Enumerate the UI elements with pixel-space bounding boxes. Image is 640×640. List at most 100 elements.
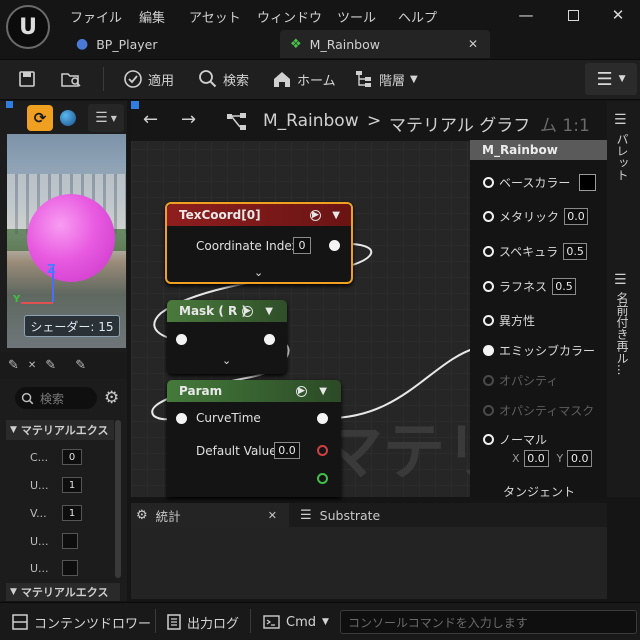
close-tab-icon[interactable]: ✕ [268, 509, 277, 522]
content-drawer-button[interactable]: コンテンツドロワー [12, 611, 151, 633]
pencil-icon[interactable]: ✎ [75, 358, 86, 373]
palette-icon[interactable]: ☰ [614, 112, 627, 128]
tab-m-rainbow[interactable]: ❖ M_Rainbow ✕ [280, 30, 490, 58]
detail-checkbox[interactable] [62, 560, 78, 576]
palette-tab[interactable]: パレット [614, 133, 631, 181]
console-command-input[interactable]: コンソールコマンドを入力します [340, 610, 637, 634]
output-pin[interactable] [329, 240, 340, 251]
y-label: Y [556, 452, 564, 465]
specular-value[interactable]: 0.5 [563, 243, 588, 260]
input-pin[interactable] [483, 281, 494, 292]
node-texcoord[interactable]: TexCoord[0] ▶ ▼ Coordinate Index 0 ⌄ [165, 202, 353, 284]
pin-label: 異方性 [499, 314, 536, 328]
reroute-icon[interactable]: ☰ [614, 272, 627, 288]
named-reroute-tab[interactable]: 名前付き再ル... [614, 292, 631, 375]
settings-menu-button[interactable]: ☰ ▼ [585, 63, 637, 95]
menu-edit[interactable]: 編集 [139, 7, 165, 26]
output-pin[interactable] [264, 334, 275, 345]
graph-icon [227, 113, 246, 130]
pin-specular[interactable]: スペキュラ 0.5 [483, 243, 588, 260]
coordinate-index-value[interactable]: 0 [293, 237, 311, 254]
minimize-icon[interactable]: — [516, 5, 536, 25]
tab-bp-player[interactable]: ● BP_Player [66, 30, 280, 58]
menu-asset[interactable]: アセット [189, 7, 241, 26]
collapse-chevron-icon[interactable]: ▼ [332, 210, 340, 221]
menu-file[interactable]: ファイル [70, 7, 122, 26]
node-header: Mask ( R ) ▶ ▼ [167, 300, 287, 322]
viewport-options-button[interactable]: ⟳ [27, 105, 53, 131]
input-pin-connected[interactable] [483, 345, 494, 356]
input-pin[interactable] [483, 211, 494, 222]
preview-toggle-icon[interactable]: ▶ [310, 209, 321, 221]
apply-button[interactable]: 適用 [123, 68, 174, 90]
cmd-dropdown[interactable]: Cmd ▼ [263, 611, 329, 633]
pin-normal[interactable]: ノーマル [483, 431, 547, 448]
preview-toggle-icon[interactable]: ▶ [296, 385, 307, 397]
forward-arrow-icon[interactable]: → [181, 109, 196, 130]
save-icon[interactable] [18, 68, 36, 90]
pin-emissive[interactable]: エミッシブカラー [483, 342, 595, 359]
expand-chevron-icon[interactable]: ⌄ [222, 354, 231, 367]
input-pin[interactable] [176, 413, 187, 424]
menu-tools[interactable]: ツール [337, 7, 376, 26]
preview-toggle-icon[interactable]: ▶ [242, 305, 253, 317]
normal-x-value[interactable]: 0.0 [523, 450, 549, 467]
search-button[interactable]: 検索 [198, 68, 249, 90]
menu-help[interactable]: ヘルプ [398, 7, 437, 26]
node-mask[interactable]: Mask ( R ) ▶ ▼ ⌄ [167, 300, 287, 374]
tab-substrate[interactable]: ☰ Substrate [298, 503, 448, 527]
input-pin[interactable] [483, 315, 494, 326]
pencil-icon[interactable]: ✎ [45, 358, 56, 373]
detail-row-value[interactable]: 1 [62, 477, 82, 493]
preview-menu-button[interactable]: ☰ ▼ [88, 104, 124, 132]
output-pin-green[interactable] [317, 473, 328, 484]
details-scrollbar[interactable] [115, 420, 121, 578]
back-arrow-icon[interactable]: ← [143, 109, 158, 130]
breadcrumb-graph[interactable]: マテリアル グラフ [389, 111, 530, 136]
expand-chevron-icon[interactable]: ⌄ [254, 266, 263, 279]
close-tab-icon[interactable]: ✕ [468, 37, 478, 51]
default-value-input[interactable]: 0.0 [274, 442, 300, 459]
maximize-icon[interactable] [563, 5, 583, 25]
browse-asset-icon[interactable] [60, 68, 82, 90]
details-section-header[interactable]: ▼ マテリアルエクス [6, 420, 114, 440]
output-pin-red[interactable] [317, 445, 328, 456]
collapse-chevron-icon[interactable]: ▼ [265, 306, 273, 317]
detail-row-value[interactable]: 0 [62, 449, 82, 465]
menu-window[interactable]: ウィンドウ [257, 7, 322, 26]
input-pin[interactable] [483, 246, 494, 257]
node-material-result[interactable]: M_Rainbow ベースカラー メタリック 0.0 スペキュラ 0.5 ラフネ… [470, 140, 607, 499]
pencil-icon[interactable]: ✎ [8, 358, 19, 373]
close-window-icon[interactable]: ✕ [608, 5, 628, 25]
output-pin[interactable] [317, 413, 328, 424]
section-title: マテリアルエクス [20, 424, 109, 437]
output-log-button[interactable]: 出力ログ [167, 611, 239, 633]
base-color-swatch[interactable] [579, 174, 597, 191]
node-param[interactable]: Param ▶ ▼ CurveTime Default Value 0.0 [167, 380, 341, 497]
home-button[interactable]: ホーム [272, 68, 336, 90]
breadcrumb-asset[interactable]: M_Rainbow [263, 111, 359, 131]
detail-row-value[interactable]: 1 [62, 505, 82, 521]
input-pin[interactable] [483, 434, 494, 445]
preview-sphere-icon[interactable] [60, 110, 76, 126]
details-search-input[interactable]: 検索 [15, 387, 97, 409]
normal-y-value[interactable]: 0.0 [567, 450, 593, 467]
pin-anisotropy[interactable]: 異方性 [483, 312, 535, 329]
default-value-label: Default Value [196, 444, 277, 458]
pin-metallic[interactable]: メタリック 0.0 [483, 208, 589, 225]
roughness-value[interactable]: 0.5 [552, 278, 577, 295]
pin-base-color[interactable]: ベースカラー [483, 174, 597, 191]
tab-stats[interactable]: ⚙ 統計 ✕ [131, 503, 289, 527]
detail-checkbox[interactable] [62, 533, 78, 549]
material-preview-viewport[interactable]: Z Y シェーダー: 15 [7, 134, 126, 348]
input-pin[interactable] [176, 334, 187, 345]
pin-label: オパシティマスク [499, 404, 595, 418]
input-pin[interactable] [483, 177, 494, 188]
hierarchy-button[interactable]: 階層 ▼ [354, 68, 418, 90]
details-section-header[interactable]: ▼ マテリアルエクス [6, 583, 120, 601]
pin-roughness[interactable]: ラフネス 0.5 [483, 278, 577, 295]
metallic-value[interactable]: 0.0 [564, 208, 589, 225]
gear-icon[interactable]: ⚙ [104, 388, 119, 408]
collapse-chevron-icon[interactable]: ▼ [319, 386, 327, 397]
close-icon[interactable]: ✕ [28, 360, 36, 371]
